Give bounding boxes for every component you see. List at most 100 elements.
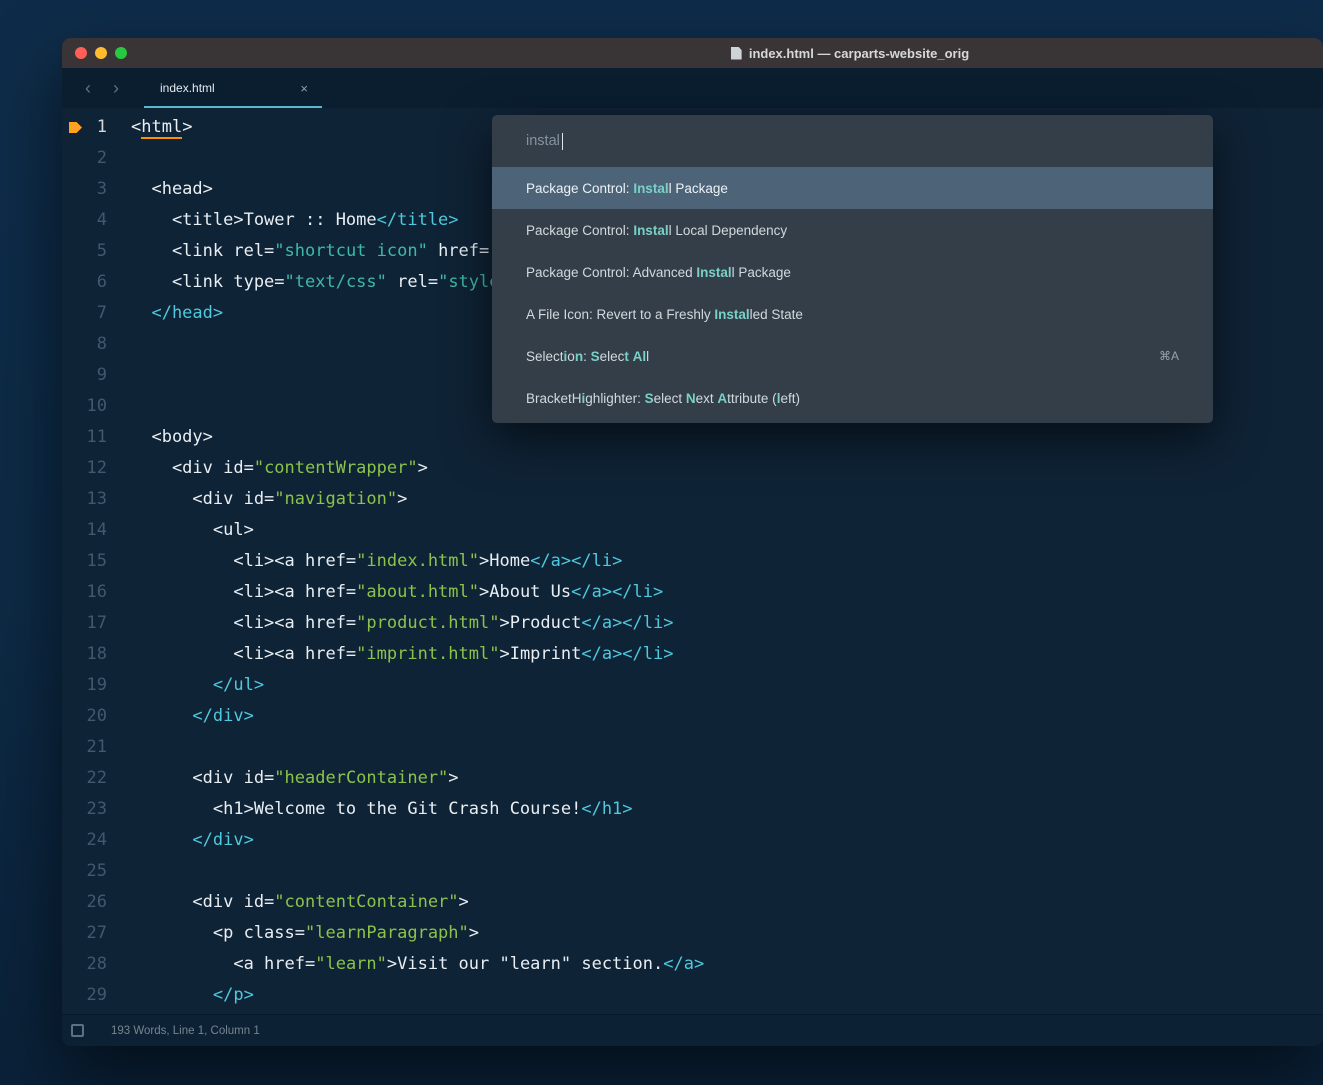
line-number: 9 — [62, 360, 116, 391]
palette-item-text: led State — [750, 307, 803, 322]
panel-toggle-icon[interactable] — [71, 1024, 84, 1037]
palette-item-text: Package Control: Advanced — [526, 265, 696, 280]
line-number: 19 — [62, 670, 116, 701]
code-line[interactable]: 20 </div> — [62, 701, 1323, 732]
code-line[interactable]: 23 <h1>Welcome to the Git Crash Course!<… — [62, 794, 1323, 825]
text-caret — [562, 133, 563, 150]
code-line[interactable]: 26 <div id="contentContainer"> — [62, 887, 1323, 918]
line-number: 13 — [62, 484, 116, 515]
tab-label: index.html — [160, 81, 215, 95]
match-highlight: S — [645, 391, 654, 406]
palette-item[interactable]: Package Control: Advanced Install Packag… — [492, 251, 1213, 293]
line-number: 24 — [62, 825, 116, 856]
palette-item-text: l Package — [732, 265, 791, 280]
palette-item[interactable]: Selection: Select All⌘A — [492, 335, 1213, 377]
code-line[interactable]: 24 </div> — [62, 825, 1323, 856]
palette-item-text: o — [567, 349, 575, 364]
close-tab-icon[interactable]: × — [300, 81, 308, 96]
line-number: 23 — [62, 794, 116, 825]
line-number: 20 — [62, 701, 116, 732]
palette-items: Package Control: Install PackagePackage … — [492, 167, 1213, 419]
line-number: 2 — [62, 143, 116, 174]
palette-item-text: l Local Dependency — [669, 223, 788, 238]
match-highlight: S — [591, 349, 600, 364]
code-text: </div> — [116, 825, 254, 856]
code-line[interactable]: 13 <div id="navigation"> — [62, 484, 1323, 515]
code-line[interactable]: 17 <li><a href="product.html">Product</a… — [62, 608, 1323, 639]
titlebar[interactable]: index.html — carparts-website_orig — [62, 38, 1323, 68]
line-number: 1 — [62, 112, 116, 143]
match-highlight: Instal — [633, 223, 668, 238]
close-window-button[interactable] — [75, 47, 87, 59]
command-palette-input[interactable]: instal — [492, 115, 1213, 167]
palette-item-text: l — [646, 349, 649, 364]
code-line[interactable]: 14 <ul> — [62, 515, 1323, 546]
code-line[interactable]: 12 <div id="contentWrapper"> — [62, 453, 1323, 484]
palette-item-text: ext — [696, 391, 718, 406]
palette-query: instal — [526, 133, 560, 149]
code-line[interactable]: 22 <div id="headerContainer"> — [62, 763, 1323, 794]
code-text: <li><a href="imprint.html">Imprint</a></… — [116, 639, 673, 670]
line-number: 21 — [62, 732, 116, 763]
code-line[interactable]: 18 <li><a href="imprint.html">Imprint</a… — [62, 639, 1323, 670]
chevron-right-icon[interactable]: › — [102, 78, 130, 99]
match-highlight: Instal — [714, 307, 749, 322]
palette-item[interactable]: Package Control: Install Local Dependenc… — [492, 209, 1213, 251]
zoom-window-button[interactable] — [115, 47, 127, 59]
code-line[interactable]: 27 <p class="learnParagraph"> — [62, 918, 1323, 949]
code-text — [116, 856, 131, 887]
palette-item-text: elec — [600, 349, 625, 364]
code-text: <div id="headerContainer"> — [116, 763, 459, 794]
line-number: 14 — [62, 515, 116, 546]
line-number: 6 — [62, 267, 116, 298]
code-text: <li><a href="product.html">Product</a></… — [116, 608, 673, 639]
code-text: </p> — [116, 980, 254, 1011]
chevron-left-icon[interactable]: ‹ — [74, 78, 102, 99]
code-line[interactable]: 28 <a href="learn">Visit our "learn" sec… — [62, 949, 1323, 980]
desktop: index.html — carparts-website_orig ‹ › i… — [0, 0, 1323, 1085]
palette-item-text: ttribute ( — [727, 391, 777, 406]
traffic-lights — [75, 47, 127, 59]
keyboard-shortcut: ⌘A — [1159, 349, 1179, 363]
code-text: </div> — [116, 701, 254, 732]
code-text: </head> — [116, 298, 223, 329]
code-line[interactable]: 15 <li><a href="index.html">Home</a></li… — [62, 546, 1323, 577]
line-number: 8 — [62, 329, 116, 360]
code-text: <head> — [116, 174, 213, 205]
code-text: <h1>Welcome to the Git Crash Course!</h1… — [116, 794, 633, 825]
code-text: <body> — [116, 422, 213, 453]
palette-item-text: elect — [654, 391, 686, 406]
code-text — [116, 732, 131, 763]
tab-index-html[interactable]: index.html × — [144, 68, 322, 108]
palette-item-text: BracketH — [526, 391, 582, 406]
code-text — [116, 329, 131, 360]
line-number: 5 — [62, 236, 116, 267]
line-number: 29 — [62, 980, 116, 1011]
line-number: 3 — [62, 174, 116, 205]
command-palette: instal Package Control: Install PackageP… — [492, 115, 1213, 423]
code-text: <ul> — [116, 515, 254, 546]
line-number: 7 — [62, 298, 116, 329]
match-highlight: A — [717, 391, 727, 406]
code-line[interactable]: 11 <body> — [62, 422, 1323, 453]
match-highlight: N — [686, 391, 696, 406]
code-line[interactable]: 25 — [62, 856, 1323, 887]
palette-item[interactable]: A File Icon: Revert to a Freshly Install… — [492, 293, 1213, 335]
code-line[interactable]: 16 <li><a href="about.html">About Us</a>… — [62, 577, 1323, 608]
tab-bar: ‹ › index.html × — [62, 68, 1323, 108]
minimize-window-button[interactable] — [95, 47, 107, 59]
code-text: <li><a href="index.html">Home</a></li> — [116, 546, 622, 577]
code-line[interactable]: 29 </p> — [62, 980, 1323, 1011]
window-title: index.html — carparts-website_orig — [749, 46, 969, 61]
palette-item[interactable]: Package Control: Install Package — [492, 167, 1213, 209]
line-number: 11 — [62, 422, 116, 453]
palette-item-text: Package Control: — [526, 181, 633, 196]
palette-item[interactable]: BracketHighlighter: Select Next Attribut… — [492, 377, 1213, 419]
code-text — [116, 360, 131, 391]
code-text — [116, 391, 131, 422]
line-number: 28 — [62, 949, 116, 980]
code-line[interactable]: 21 — [62, 732, 1323, 763]
line-number: 12 — [62, 453, 116, 484]
code-line[interactable]: 19 </ul> — [62, 670, 1323, 701]
line-number: 15 — [62, 546, 116, 577]
